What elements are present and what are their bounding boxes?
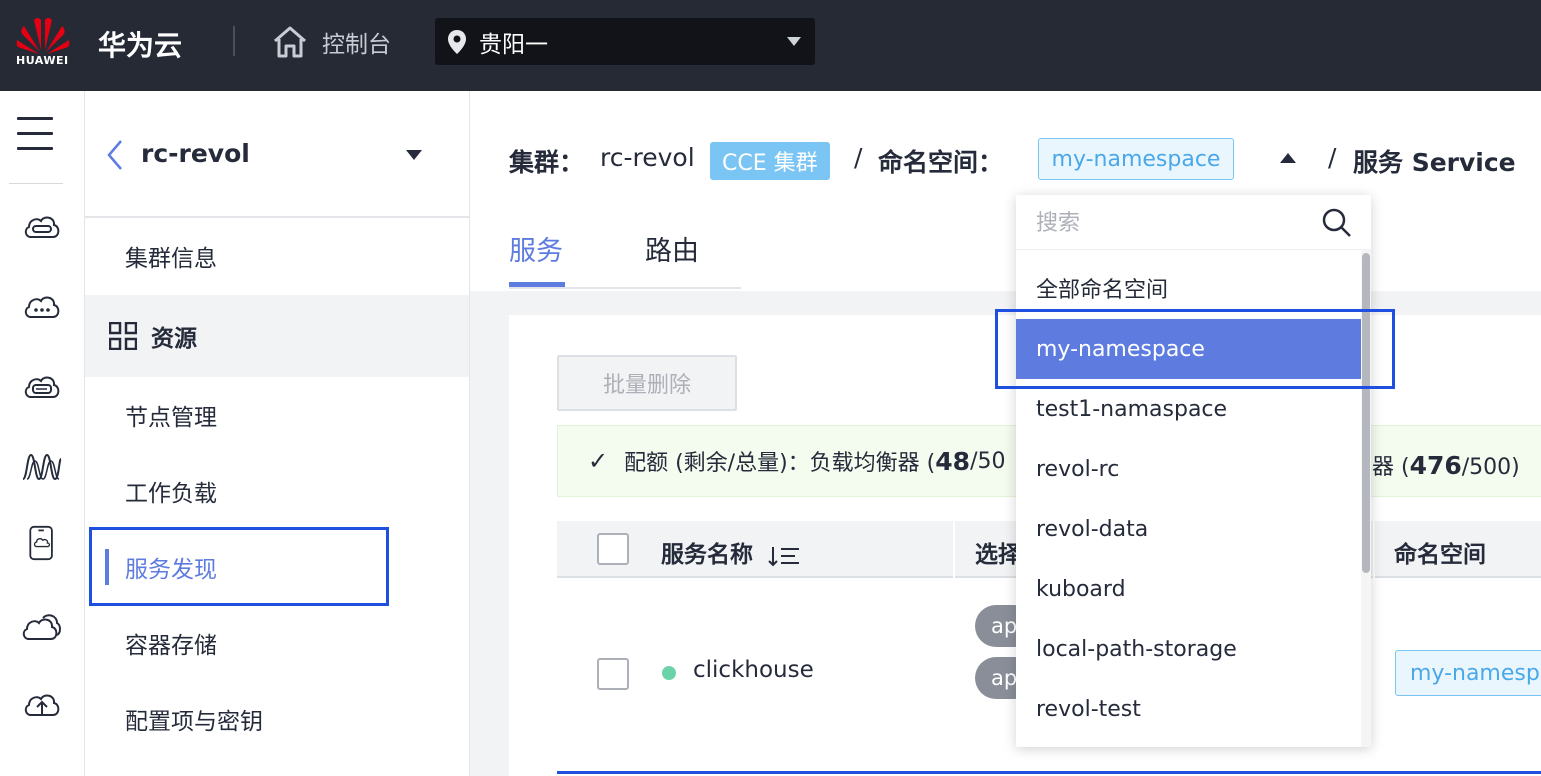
annotation-highlight-box	[995, 309, 1395, 389]
cloud-disk-icon[interactable]	[21, 369, 63, 405]
cloud-more-icon[interactable]	[21, 289, 63, 325]
check-icon: ✓	[588, 447, 609, 475]
top-bar: HUAWEI 华为云 控制台 贵阳一	[0, 0, 1541, 91]
select-all-checkbox[interactable]	[597, 533, 629, 565]
tab-bar: 服务 路由	[509, 229, 741, 289]
page-title: 服务 Service	[1353, 148, 1516, 177]
menu-group-label: 资源	[151, 326, 197, 352]
breadcrumb-cluster-label: 集群：	[509, 148, 585, 177]
namespace-dropdown: 全部命名空间 my-namespace test1-namaspace revo…	[1016, 195, 1371, 747]
active-tab-underline	[509, 282, 565, 287]
cloud-upload-icon[interactable]	[21, 687, 63, 723]
namespace-option-kuboard[interactable]: kuboard	[1016, 559, 1361, 619]
quota-tail-remaining: 476	[1409, 451, 1462, 480]
batch-delete-button[interactable]: 批量删除	[557, 355, 737, 411]
console-link[interactable]: 控制台	[272, 24, 391, 60]
home-icon	[274, 26, 306, 58]
sort-icon[interactable]	[767, 545, 801, 567]
monitoring-waves-icon[interactable]	[21, 449, 63, 485]
quota-lb-total: /50	[970, 448, 1006, 474]
table-bottom-border	[557, 771, 1541, 774]
menu-item-label: 节点管理	[125, 405, 217, 431]
tab-services[interactable]: 服务	[509, 229, 563, 268]
cluster-switcher[interactable]: rc-revol	[85, 91, 469, 218]
column-service-name[interactable]: 服务名称	[661, 535, 801, 569]
status-running-dot	[662, 666, 676, 680]
annotation-highlight-box	[89, 527, 389, 606]
region-value: 贵阳一	[479, 31, 548, 58]
breadcrumb-separator: /	[1328, 143, 1337, 172]
column-divider	[953, 521, 955, 578]
cloud-server-icon[interactable]	[21, 209, 63, 245]
column-selector: 选择	[975, 542, 1021, 568]
hamburger-menu-icon[interactable]	[17, 117, 53, 162]
menu-item-workloads[interactable]: 工作负载	[85, 453, 469, 529]
region-select[interactable]: 贵阳一	[435, 18, 815, 65]
namespace-search-input[interactable]	[1036, 205, 1316, 241]
row-checkbox[interactable]	[597, 658, 629, 690]
menu-item-label: 集群信息	[125, 246, 217, 272]
search-icon[interactable]	[1321, 207, 1353, 239]
huawei-logo-text: HUAWEI	[16, 54, 69, 67]
cloud-stack-icon[interactable]	[21, 609, 63, 645]
cce-cluster-tag: CCE 集群	[710, 142, 830, 180]
menu-item-node-management[interactable]: 节点管理	[85, 377, 469, 453]
namespace-option-revol-test[interactable]: revol-test	[1016, 679, 1361, 739]
namespace-option-revol-rc[interactable]: revol-rc	[1016, 439, 1361, 499]
menu-item-label: 容器存储	[125, 633, 217, 659]
dropdown-scrollbar-thumb[interactable]	[1362, 253, 1370, 573]
namespace-tag: my-namespa	[1395, 650, 1541, 696]
menu-group-resources[interactable]: 资源	[85, 295, 469, 377]
grid-icon	[109, 322, 137, 350]
namespace-option-local-path-storage[interactable]: local-path-storage	[1016, 619, 1361, 679]
breadcrumb-separator: /	[854, 143, 863, 172]
service-name-link[interactable]: clickhouse	[693, 657, 814, 683]
namespace-search	[1016, 195, 1371, 250]
service-icon-rail	[0, 91, 85, 776]
namespace-option-revol-data[interactable]: revol-data	[1016, 499, 1361, 559]
quota-tail-prefix: 器 (	[1372, 455, 1410, 480]
location-pin-icon	[448, 29, 466, 54]
column-namespace: 命名空间	[1394, 542, 1486, 568]
quota-lb-remaining: 48	[935, 446, 971, 476]
chevron-down-icon[interactable]	[406, 150, 422, 160]
rail-divider	[9, 183, 63, 184]
main-content: 集群： rc-revol CCE 集群 / 命名空间： my-namespace…	[470, 91, 1541, 776]
quota-tail-total: /500)	[1461, 455, 1520, 480]
chevron-down-icon	[787, 37, 801, 46]
phone-cloud-icon[interactable]	[21, 525, 63, 561]
tab-ingress[interactable]: 路由	[645, 229, 699, 268]
cluster-submenu: rc-revol 集群信息 资源 节点管理 工作负载 服务发现 容器存储 配置项…	[85, 91, 470, 776]
menu-item-label: 工作负载	[125, 481, 217, 507]
cluster-name: rc-revol	[141, 139, 250, 168]
top-divider	[233, 26, 235, 56]
menu-item-configmaps-secrets[interactable]: 配置项与密钥	[85, 681, 469, 757]
quota-tail: 器 (476/500)	[1372, 449, 1520, 481]
console-label: 控制台	[322, 32, 391, 58]
column-divider	[1373, 521, 1375, 578]
menu-item-cluster-info[interactable]: 集群信息	[85, 218, 469, 294]
brand-title[interactable]: 华为云	[98, 24, 182, 64]
breadcrumb-cluster-value[interactable]: rc-revol	[600, 143, 695, 172]
chevron-left-icon[interactable]	[105, 139, 125, 171]
menu-item-label: 配置项与密钥	[125, 709, 263, 735]
chevron-up-icon[interactable]	[1280, 153, 1296, 163]
namespace-select[interactable]: my-namespace	[1038, 138, 1234, 180]
page-header: 集群： rc-revol CCE 集群 / 命名空间： my-namespace…	[470, 91, 1541, 291]
menu-item-container-storage[interactable]: 容器存储	[85, 605, 469, 681]
breadcrumb-namespace-label: 命名空间：	[878, 148, 1004, 177]
quota-prefix: 配额 (剩余/总量)：负载均衡器 (	[624, 451, 936, 476]
